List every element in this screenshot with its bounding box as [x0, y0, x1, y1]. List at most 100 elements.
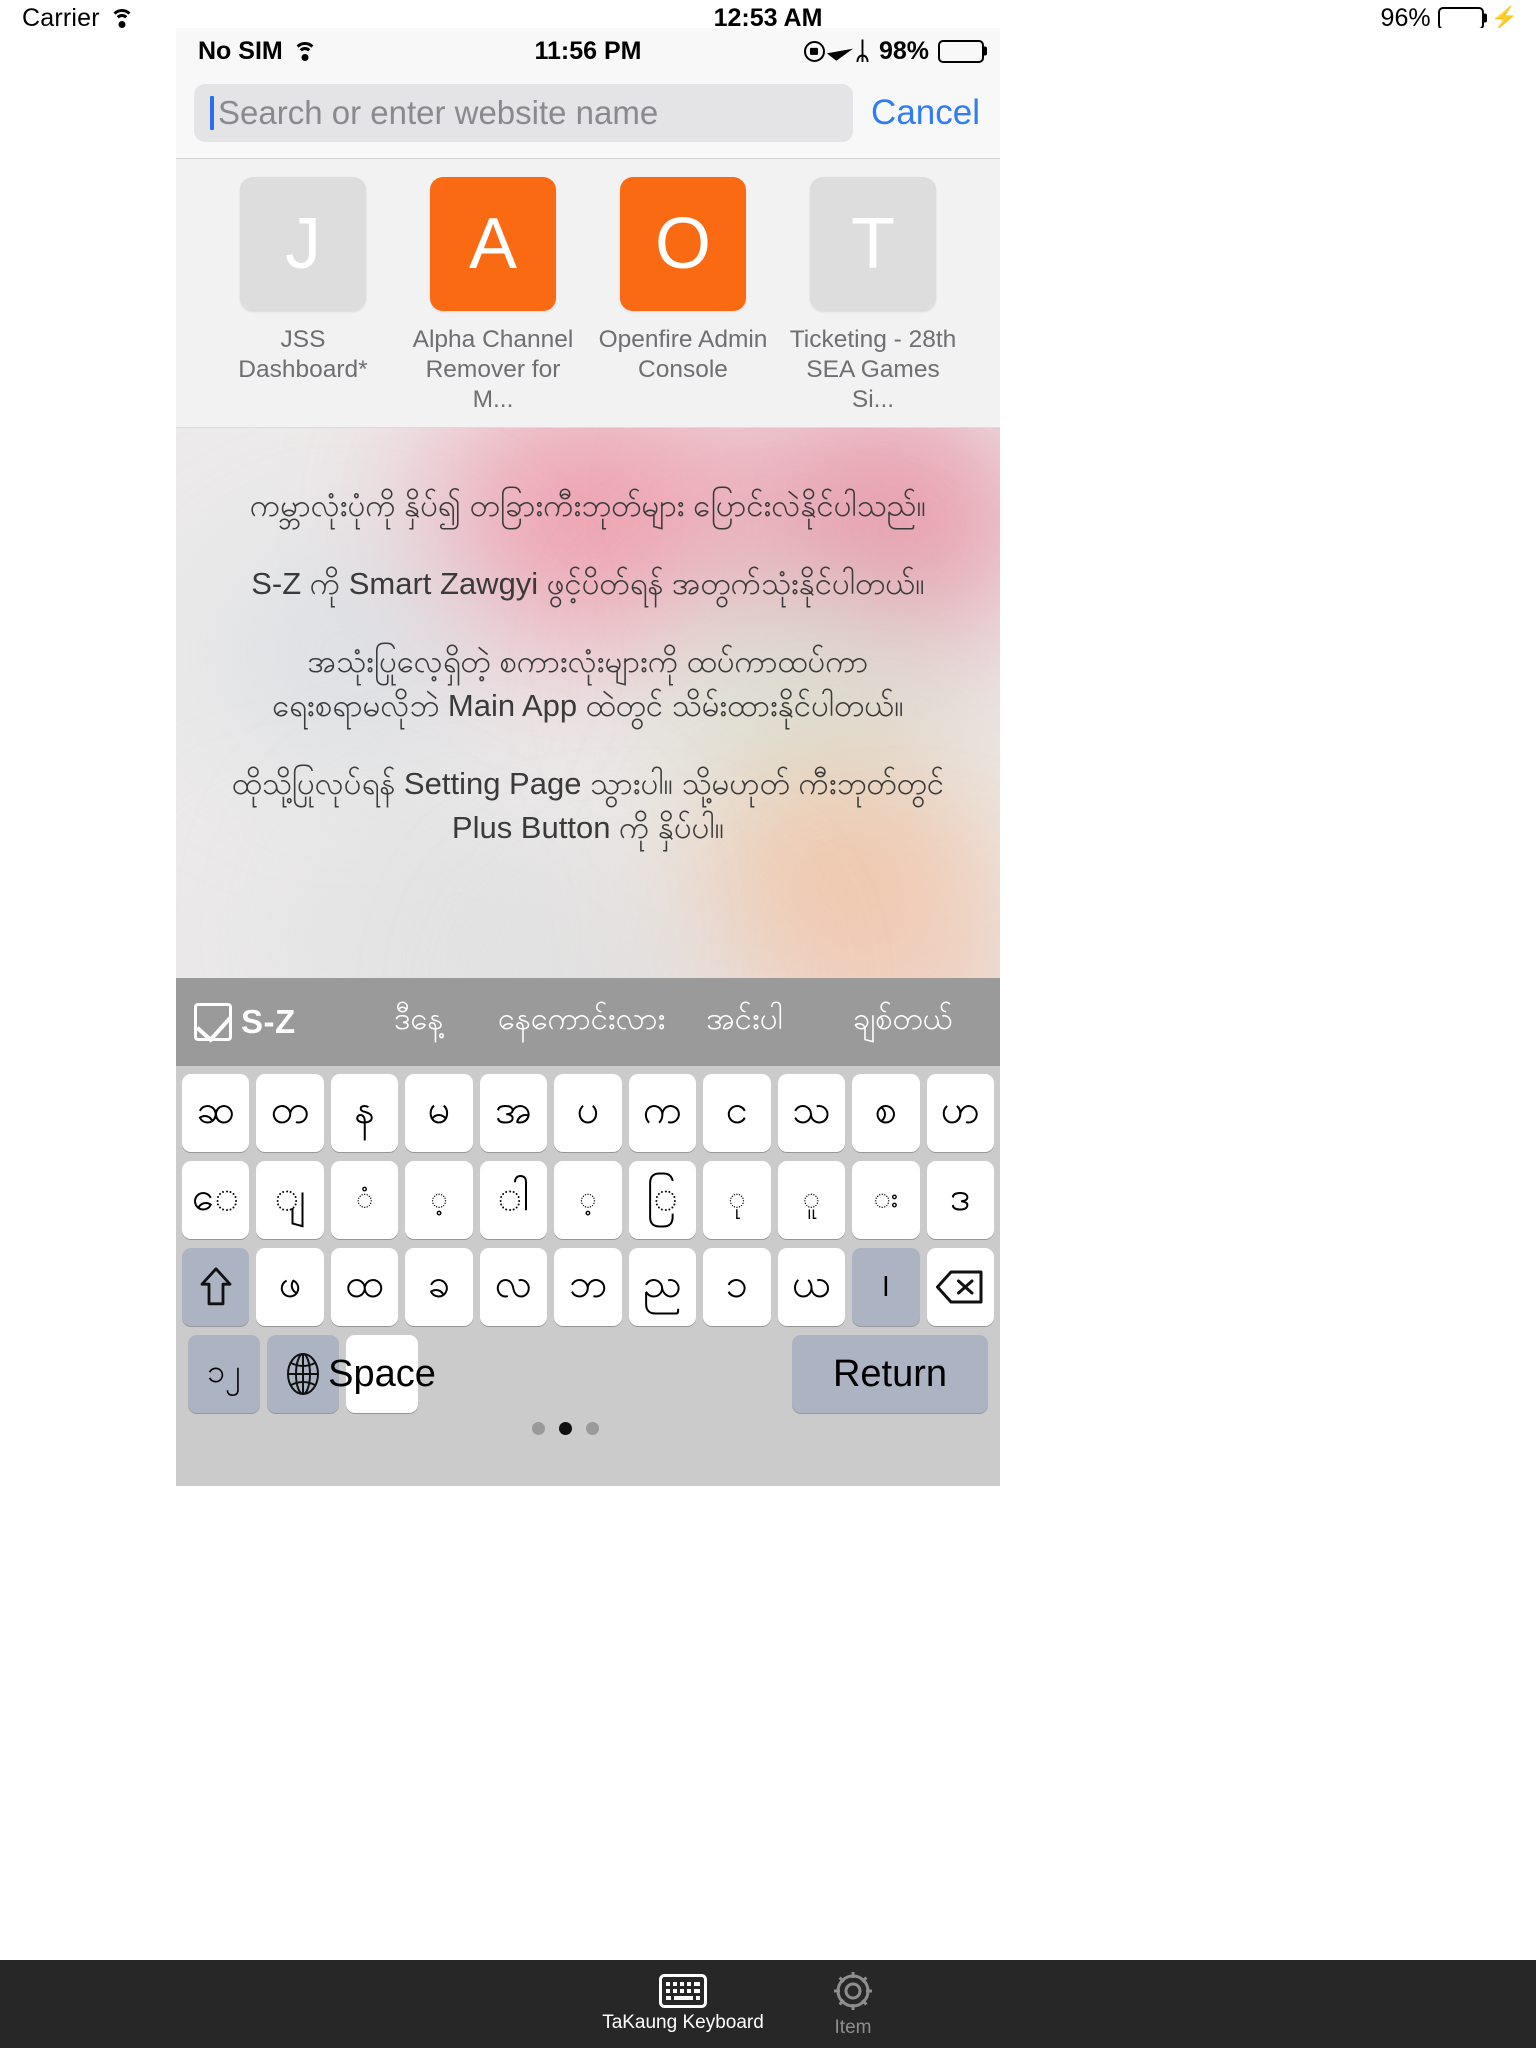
app-window: No SIM 11:56 PM ᛦ 98% Search or enter we… [176, 28, 1000, 1486]
key[interactable]: l [852, 1248, 920, 1326]
key[interactable]: ံ [330, 1161, 399, 1239]
key[interactable]: ေ [182, 1161, 250, 1239]
key[interactable]: ဒ [926, 1161, 994, 1239]
device-status-bar: No SIM 11:56 PM ᛦ 98% [176, 28, 1000, 74]
tab-takaung-keyboard[interactable]: TaKaung Keyboard [598, 1974, 768, 2034]
battery-icon [1437, 6, 1487, 30]
tab-label: TaKaung Keyboard [602, 2012, 764, 2033]
keyboard-row-3: ဖ ထ ခ လ ဘ ည ၁ ယ l [182, 1248, 994, 1326]
text-cursor [210, 96, 214, 130]
wifi-icon [109, 8, 134, 28]
device-battery-icon [938, 39, 987, 63]
page-paragraph: ထိုသို့ပြုလုပ်ရန် Setting Page သွားပါ။ သ… [231, 765, 945, 845]
key[interactable]: ့ [554, 1161, 622, 1239]
keyboard-row-1: ဆ တ န မ အ ပ က င သ စ ဟ [182, 1074, 994, 1152]
favorites-grid: J JSS Dashboard* A Alpha Channel Remover… [176, 159, 1000, 428]
key[interactable]: င [703, 1074, 771, 1152]
browser-toolbar: Search or enter website name Cancel [176, 74, 1000, 159]
key[interactable]: ျ [256, 1161, 324, 1239]
favorite-tile[interactable]: O [620, 177, 746, 311]
page-paragraph: ကမ္ဘာလုံးပုံကို နှိပ်၍ တခြားကီးဘုတ်များ … [249, 487, 927, 523]
key[interactable]: က [628, 1074, 697, 1152]
key[interactable]: န [330, 1074, 399, 1152]
key[interactable]: ယ [777, 1248, 846, 1326]
key[interactable]: ည [628, 1248, 697, 1326]
keyboard-rows: ဆ တ န မ အ ပ က င သ စ ဟ ေ ျ ံ ့ ါ ့ ြ ု ူ … [176, 1066, 1000, 1435]
bottom-letterbox [0, 1486, 1536, 1960]
key[interactable]: စ [852, 1074, 920, 1152]
key[interactable]: အ [479, 1074, 548, 1152]
suggestion-word[interactable]: အင်းပါ [665, 999, 823, 1045]
suggestion-word[interactable]: ချစ်တယ် [824, 999, 982, 1045]
page-paragraph: S-Z ကို Smart Zawgyi ဖွင့်ပိတ်ရန် အတွက်သ… [251, 565, 925, 601]
page-dot[interactable] [586, 1422, 599, 1435]
favorite-tile[interactable]: J [240, 177, 366, 311]
device-status-right: ᛦ 98% [803, 28, 987, 74]
favorite-tile[interactable]: T [810, 177, 936, 311]
left-letterbox [0, 28, 176, 1486]
rotation-lock-icon [803, 40, 825, 62]
key[interactable]: ခ [405, 1248, 473, 1326]
bluetooth-icon: ᛦ [854, 36, 870, 65]
key[interactable]: မ [405, 1074, 473, 1152]
shift-key[interactable] [182, 1248, 250, 1326]
key[interactable]: တ [256, 1074, 324, 1152]
favorite-item[interactable]: T Ticketing - 28th SEA Games Si... [778, 177, 968, 415]
space-key-wrapper: Space [328, 1335, 785, 1435]
custom-keyboard: S-Z ဒီနေ့ နေကောင်းလား အင်းပါ ချစ်တယ် ဆ တ… [176, 978, 1000, 1486]
key[interactable]: ူ [777, 1161, 846, 1239]
key[interactable]: ့ [405, 1161, 473, 1239]
web-page-content: ကမ္ဘာလုံးပုံကို နှိပ်၍ တခြားကီးဘုတ်များ … [176, 427, 1000, 1064]
lightning-bolt-icon: ⚡ [1490, 5, 1518, 30]
key[interactable]: ဆ [182, 1074, 250, 1152]
smart-zawgyi-toggle[interactable]: S-Z [194, 1003, 296, 1041]
key[interactable]: ထ [330, 1248, 399, 1326]
keyboard-row-4: ၁၂ Space Return [182, 1335, 994, 1435]
key[interactable]: ြ [628, 1161, 697, 1239]
keyboard-page-dots [346, 1422, 785, 1435]
key[interactable]: ု [703, 1161, 771, 1239]
cancel-button[interactable]: Cancel [871, 93, 982, 133]
sz-label: S-Z [241, 1003, 296, 1040]
key[interactable]: ဘ [554, 1248, 622, 1326]
delete-key[interactable] [926, 1248, 994, 1326]
return-key[interactable]: Return [792, 1335, 988, 1413]
favorite-item[interactable]: A Alpha Channel Remover for M... [398, 177, 588, 415]
favorite-item[interactable]: O Openfire Admin Console [588, 177, 778, 415]
page-dot-active[interactable] [559, 1422, 572, 1435]
key[interactable]: း [852, 1161, 920, 1239]
favorite-label: Openfire Admin Console [598, 326, 768, 383]
favorite-label: Alpha Channel Remover for M... [412, 326, 574, 413]
suggestion-word[interactable]: ဒီနေ့ [340, 999, 498, 1045]
numbers-key[interactable]: ၁၂ [188, 1335, 260, 1413]
key[interactable]: ပ [554, 1074, 622, 1152]
key[interactable]: ၁ [703, 1248, 771, 1326]
tab-label: Item [834, 2017, 872, 2038]
keyboard-row-2: ေ ျ ံ ့ ါ ့ ြ ု ူ း ဒ [182, 1161, 994, 1239]
page-text-block: ကမ္ဘာလုံးပုံကို နှိပ်၍ တခြားကီးဘုတ်များ … [176, 428, 1000, 850]
backspace-delete-icon [936, 1270, 983, 1304]
page-dot[interactable] [532, 1422, 545, 1435]
keyboard-icon [659, 1974, 707, 2008]
checkbox-checked-icon[interactable] [194, 1003, 232, 1041]
device-battery-percent: 98% [878, 36, 929, 65]
suggestion-bar: S-Z ဒီနေ့ နေကောင်းလား အင်းပါ ချစ်တယ် [176, 978, 1000, 1066]
favorite-tile[interactable]: A [430, 177, 556, 311]
suggestion-word[interactable]: နေကောင်းလား [498, 999, 666, 1045]
gear-icon [834, 1972, 872, 2010]
search-input[interactable]: Search or enter website name [194, 84, 854, 142]
key[interactable]: ါ [479, 1161, 548, 1239]
globe-icon [287, 1353, 319, 1395]
favorite-label: JSS Dashboard* [238, 326, 368, 383]
location-arrow-icon [826, 41, 854, 61]
space-key[interactable]: Space [328, 1335, 436, 1413]
key[interactable]: သ [777, 1074, 846, 1152]
tab-bar: TaKaung Keyboard Item [0, 1960, 1536, 2048]
page-paragraph: အသုံးပြုလေ့ရှိတဲ့ စကားလုံးများကို ထပ်ကာထ… [272, 643, 904, 723]
key[interactable]: ဟ [926, 1074, 994, 1152]
key[interactable]: ဖ [256, 1248, 324, 1326]
tab-item[interactable]: Item [768, 1969, 938, 2039]
key[interactable]: လ [479, 1248, 548, 1326]
favorite-item[interactable]: J JSS Dashboard* [208, 177, 398, 415]
search-placeholder: Search or enter website name [218, 94, 659, 131]
